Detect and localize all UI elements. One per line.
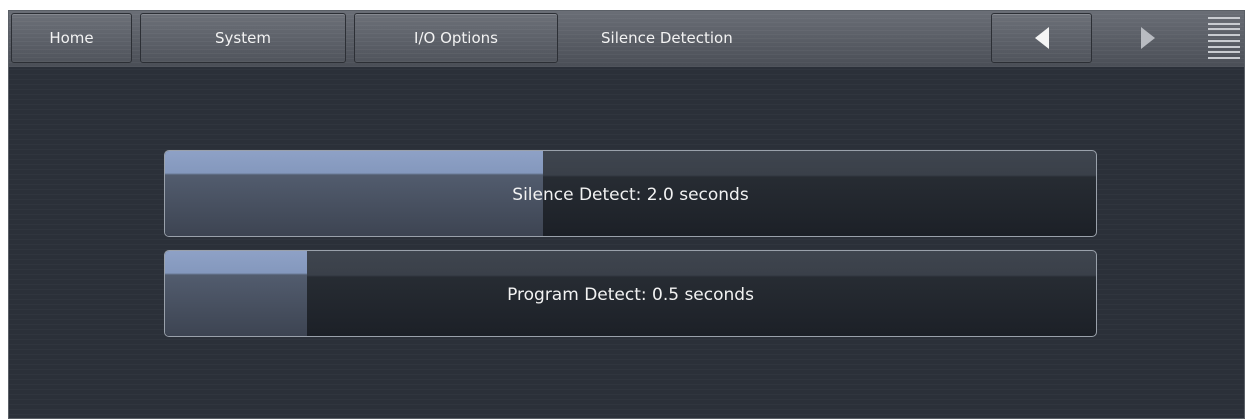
silence-detect-slider[interactable]: Silence Detect: 2.0 seconds bbox=[164, 150, 1097, 237]
silence-detect-slider-label: Silence Detect: 2.0 seconds bbox=[512, 184, 749, 205]
main-content: Silence Detect: 2.0 seconds Program Dete… bbox=[9, 67, 1244, 418]
menu-icon[interactable] bbox=[1208, 17, 1240, 59]
tab-home[interactable]: Home bbox=[11, 13, 132, 63]
arrow-right-icon bbox=[1140, 27, 1155, 49]
program-detect-slider[interactable]: Program Detect: 0.5 seconds bbox=[164, 250, 1097, 337]
tab-io-options-label: I/O Options bbox=[414, 29, 498, 47]
tab-io-options[interactable]: I/O Options bbox=[354, 13, 558, 63]
back-button[interactable] bbox=[991, 13, 1092, 63]
arrow-left-icon bbox=[1034, 27, 1049, 49]
page-title-label: Silence Detection bbox=[601, 29, 733, 47]
app-window: Home System I/O Options Silence Detectio… bbox=[8, 10, 1245, 419]
navigation-bar: Home System I/O Options Silence Detectio… bbox=[9, 11, 1244, 68]
forward-button[interactable] bbox=[1097, 13, 1198, 63]
program-detect-slider-label: Program Detect: 0.5 seconds bbox=[507, 284, 754, 305]
tab-system-label: System bbox=[215, 29, 271, 47]
tab-system[interactable]: System bbox=[140, 13, 346, 63]
tab-home-label: Home bbox=[49, 29, 94, 47]
page-title: Silence Detection bbox=[559, 13, 991, 63]
